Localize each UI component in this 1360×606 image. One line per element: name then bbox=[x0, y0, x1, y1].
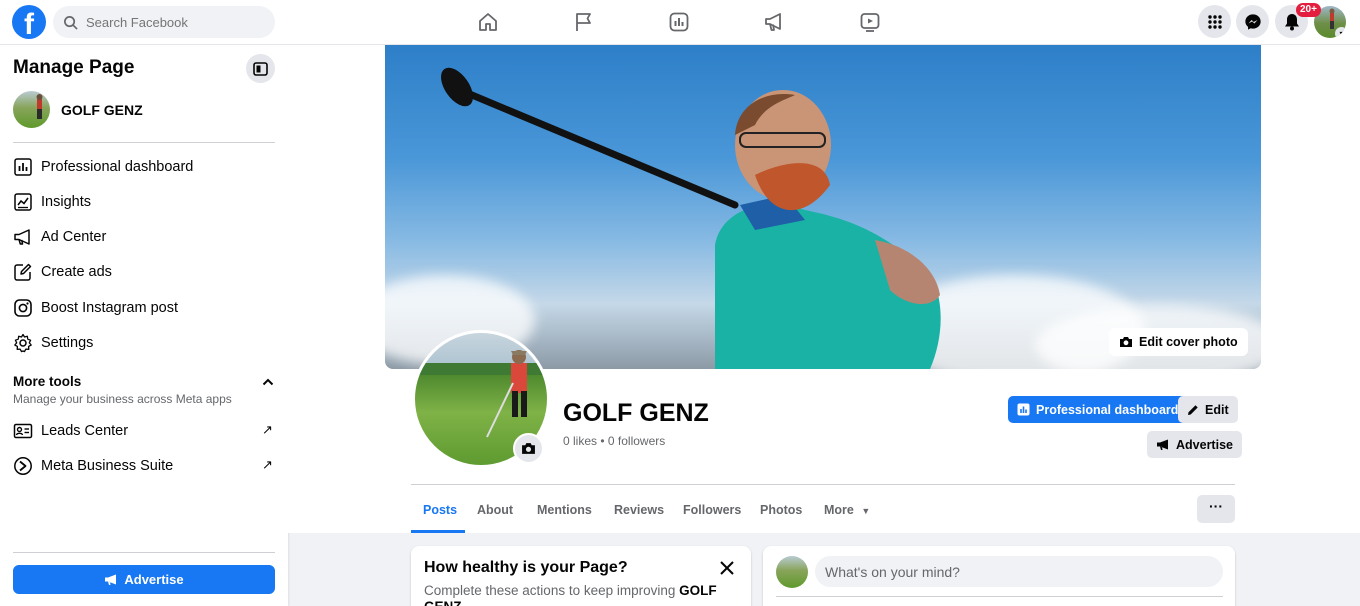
sidebar-item-professional-dashboard[interactable]: Professional dashboard bbox=[13, 155, 193, 179]
sidebar-item-label: Settings bbox=[41, 335, 94, 351]
sidebar-item-ad-center[interactable]: Ad Center bbox=[13, 225, 106, 249]
more-tools-subtitle: Manage your business across Meta apps bbox=[13, 392, 232, 406]
sidebar-item-label: Professional dashboard bbox=[41, 159, 194, 175]
messenger-button[interactable] bbox=[1236, 5, 1269, 38]
sidebar-item-label: Ad Center bbox=[41, 229, 107, 245]
chevron-down-icon: ▾ bbox=[1335, 27, 1346, 38]
sidebar-item-label: Leads Center bbox=[41, 423, 129, 439]
manage-page-sidebar: Manage Page GOLF GENZ Professional dashb… bbox=[0, 45, 288, 606]
home-icon[interactable] bbox=[476, 10, 500, 34]
messenger-icon bbox=[1244, 13, 1261, 30]
top-bar: f 20+ ▾ bbox=[0, 0, 1360, 45]
close-icon[interactable] bbox=[719, 556, 735, 582]
page-stats: 0 likes • 0 followers bbox=[563, 434, 666, 448]
caret-down-icon: ▼ bbox=[861, 506, 871, 516]
search-input[interactable] bbox=[86, 14, 256, 30]
divider bbox=[13, 552, 275, 553]
menu-grid-icon bbox=[1207, 14, 1222, 29]
composer-avatar bbox=[776, 556, 808, 588]
edit-page-button[interactable]: Edit bbox=[1178, 396, 1238, 423]
sidebar-item-meta-business-suite[interactable]: Meta Business Suite bbox=[13, 454, 173, 478]
search-icon bbox=[64, 15, 78, 30]
cover-golfer-image bbox=[441, 67, 941, 369]
contact-card-icon bbox=[13, 421, 33, 441]
advertise-button[interactable]: Advertise bbox=[13, 565, 275, 594]
tab-more[interactable]: More ▼ bbox=[824, 503, 870, 517]
facebook-logo-icon[interactable]: f bbox=[12, 5, 46, 39]
health-card-title: How healthy is your Page? bbox=[424, 559, 628, 576]
divider bbox=[411, 484, 1235, 485]
composer-input[interactable]: What's on your mind? bbox=[815, 556, 1223, 587]
page-title: GOLF GENZ bbox=[563, 399, 709, 427]
megaphone-icon bbox=[1157, 439, 1168, 450]
video-icon[interactable] bbox=[858, 10, 882, 34]
tab-posts[interactable]: Posts bbox=[423, 503, 457, 517]
sidebar-item-insights[interactable]: Insights bbox=[13, 190, 91, 214]
sidebar-item-label: Insights bbox=[41, 194, 91, 210]
more-options-button[interactable]: ··· bbox=[1197, 495, 1235, 523]
page-name: GOLF GENZ bbox=[61, 101, 143, 118]
sidebar-item-label: Create ads bbox=[41, 264, 112, 280]
professional-dashboard-label: Professional dashboard bbox=[1036, 402, 1179, 417]
menu-grid-button[interactable] bbox=[1198, 5, 1231, 38]
professional-dashboard-button[interactable]: Professional dashboard bbox=[1008, 396, 1188, 423]
tab-more-label: More bbox=[824, 503, 854, 517]
advertise-page-button[interactable]: Advertise bbox=[1147, 431, 1242, 458]
page-health-card: How healthy is your Page? Complete these… bbox=[411, 546, 751, 606]
meta-business-icon bbox=[13, 456, 33, 476]
megaphone-icon[interactable] bbox=[762, 10, 786, 34]
camera-icon bbox=[522, 443, 535, 454]
sidebar-item-settings[interactable]: Settings bbox=[13, 331, 93, 355]
divider bbox=[13, 142, 275, 143]
search-box[interactable] bbox=[53, 6, 275, 38]
pencil-icon bbox=[1188, 404, 1198, 415]
collapse-sidebar-button[interactable] bbox=[246, 54, 275, 83]
cover-photo[interactable] bbox=[385, 45, 1261, 369]
tab-followers[interactable]: Followers bbox=[683, 503, 741, 517]
sidebar-item-label: Meta Business Suite bbox=[41, 458, 174, 474]
dashboard-icon bbox=[13, 157, 33, 177]
gear-icon bbox=[13, 333, 33, 353]
post-composer-card: What's on your mind? bbox=[763, 546, 1235, 606]
insights-icon[interactable] bbox=[667, 10, 691, 34]
instagram-icon bbox=[13, 298, 33, 318]
flag-icon[interactable] bbox=[572, 10, 596, 34]
active-tab-indicator bbox=[411, 530, 465, 533]
bell-icon bbox=[1284, 13, 1299, 30]
page-avatar bbox=[13, 91, 50, 128]
sidebar-title: Manage Page bbox=[13, 57, 135, 78]
advertise-label: Advertise bbox=[1176, 437, 1233, 452]
more-tools-title[interactable]: More tools bbox=[13, 374, 81, 389]
dashboard-icon bbox=[1017, 403, 1030, 416]
page-switcher[interactable]: GOLF GENZ bbox=[13, 91, 143, 128]
external-link-icon: ↗ bbox=[262, 422, 273, 437]
megaphone-icon bbox=[105, 574, 117, 585]
tab-about[interactable]: About bbox=[477, 503, 513, 517]
sidebar-item-create-ads[interactable]: Create ads bbox=[13, 260, 112, 284]
divider bbox=[776, 596, 1223, 597]
chevron-up-icon[interactable] bbox=[262, 375, 274, 389]
change-profile-photo-button[interactable] bbox=[513, 433, 544, 464]
sidebar-item-leads-center[interactable]: Leads Center bbox=[13, 419, 128, 443]
health-desc-text: Complete these actions to keep improving bbox=[424, 583, 680, 598]
camera-icon bbox=[1120, 337, 1132, 347]
tab-photos[interactable]: Photos bbox=[760, 503, 802, 517]
tab-reviews[interactable]: Reviews bbox=[614, 503, 664, 517]
pencil-icon bbox=[13, 262, 33, 282]
edit-cover-photo-button[interactable]: Edit cover photo bbox=[1109, 328, 1248, 356]
edit-label: Edit bbox=[1205, 402, 1229, 417]
megaphone-icon bbox=[13, 227, 33, 247]
sidebar-item-boost-instagram-post[interactable]: Boost Instagram post bbox=[13, 296, 178, 320]
health-card-description: Complete these actions to keep improving… bbox=[424, 583, 724, 606]
notification-badge: 20+ bbox=[1296, 3, 1321, 17]
sidebar-item-label: Boost Instagram post bbox=[41, 300, 179, 316]
edit-cover-label: Edit cover photo bbox=[1139, 335, 1238, 349]
external-link-icon: ↗ bbox=[262, 457, 273, 472]
insights-icon bbox=[13, 192, 33, 212]
advertise-label: Advertise bbox=[124, 572, 184, 587]
tab-mentions[interactable]: Mentions bbox=[537, 503, 592, 517]
sidebar-toggle-icon bbox=[253, 61, 268, 76]
